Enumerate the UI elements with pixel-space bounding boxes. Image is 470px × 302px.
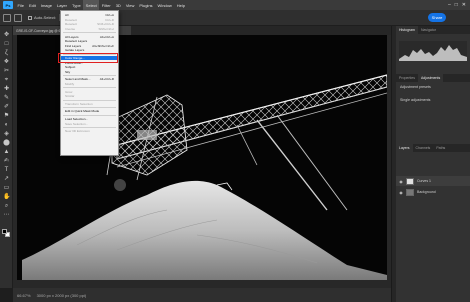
menu-type[interactable]: Type [70,0,84,10]
layer-thumbnail [406,188,414,196]
share-button[interactable]: Share [428,13,446,22]
more-tools-icon[interactable]: ⋯ [3,212,10,218]
select-menu-item-save-selection[interactable]: Save Selection... [61,121,118,126]
move-tool-icon[interactable]: ✥ [3,32,10,38]
menu-separator [63,107,116,109]
menu-plugins[interactable]: Plugins [137,0,155,10]
layer-row[interactable]: ◉ Background [396,187,470,197]
menu-item-label: Transform Selection [65,101,93,106]
healing-tool-icon[interactable]: ✚ [3,86,10,92]
adjustment-tabs: Properties Adjustments [396,74,470,82]
eye-icon[interactable]: ◉ [398,179,404,184]
history-brush-tool-icon[interactable]: ⚑ [3,113,10,119]
menu-item-label: Edit in Quick Mask Mode [65,109,100,114]
menu-filter[interactable]: Filter [99,0,113,10]
layer-name: Curves 1 [417,179,432,183]
tab-adjustments[interactable]: Adjustments [417,74,444,82]
home-icon[interactable] [3,13,11,22]
tab-properties[interactable]: Properties [396,74,418,82]
select-menu-item-new-3d-extrusion[interactable]: New 3D Extrusion [61,129,118,134]
shape-tool-icon[interactable]: ▭ [3,185,10,191]
blur-tool-icon[interactable]: ⬤ [3,140,10,146]
layer-name: Background [417,190,436,194]
menu-select[interactable]: Select [83,0,100,10]
menu-item-label: Modify [65,82,75,87]
histogram-tabs: Histogram Navigator [396,26,470,34]
menu-item-label: Isolate Layers [65,48,85,53]
eyedropper-tool-icon[interactable]: ⌖ [3,77,10,83]
menu-3d[interactable]: 3D [113,0,123,10]
pen-tool-icon[interactable]: ✍ [3,158,10,164]
foreground-color-swatch[interactable] [2,229,7,234]
histogram-graph [399,41,467,61]
tab-histogram[interactable]: Histogram [396,26,418,34]
right-panels: Histogram Navigator Properties Adjustmen… [396,26,470,302]
auto-select-checkbox[interactable] [28,15,32,20]
auto-select-label: Auto-Select: [34,15,56,20]
clone-stamp-tool-icon[interactable]: ✐ [3,104,10,110]
window-controls: – □ ✕ [448,2,470,8]
photoshop-logo: Ps [3,1,13,9]
move-tool-icon[interactable] [14,13,22,22]
hand-tool-icon[interactable]: ✋ [3,194,10,200]
menu-item-label: Sky [65,69,71,74]
document-info: 3000 px x 2000 px (300 ppi) [36,292,87,298]
tools-panel: ✥ □ ζ ❖ ✂ ⌖ ✚ ✎ ✐ ⚑ ◐ ◈ ⬤ ▲ ✍ T ↗ ▭ ✋ ⌕ ⋯ [0,26,13,288]
menu-help[interactable]: Help [174,0,187,10]
object-select-tool-icon[interactable]: ❖ [3,59,10,65]
single-adjustments-row[interactable]: Single adjustments [400,98,430,102]
menu-item-label: Save Selection... [65,121,89,126]
menu-image[interactable]: Image [38,0,54,10]
menu-window[interactable]: Window [155,0,174,10]
select-menu-item-sky[interactable]: Sky [61,70,118,75]
select-menu-item-modify[interactable]: Modify [61,82,118,87]
select-menu-item-transform-selection[interactable]: Transform Selection [61,102,118,107]
menu-item-shortcut: Shift+Ctrl+I [98,27,114,32]
layers-tabs: Layers Channels Paths [396,144,470,152]
select-dropdown-menu: All Ctrl+A Deselect Ctrl+D Reselect Shift+Ctr… [60,10,119,156]
menu-file[interactable]: File [15,0,26,10]
menu-separator [63,127,116,128]
menu-bar: Ps File Edit Image Layer Type Select Fil… [0,0,470,10]
menu-separator [63,99,116,101]
select-menu-item-inverse[interactable]: Inverse Shift+Ctrl+I [61,27,118,32]
menu-layer[interactable]: Layer [54,0,69,10]
adjustment-presets-row[interactable]: Adjustment presets [400,85,431,89]
brush-tool-icon[interactable]: ✎ [3,95,10,101]
tab-paths[interactable]: Paths [433,144,448,152]
menu-separator [63,32,116,34]
eraser-tool-icon[interactable]: ◐ [3,122,10,128]
type-tool-icon[interactable]: T [3,167,10,173]
crop-tool-icon[interactable]: ✂ [3,68,10,74]
status-bar: 66.67% 3000 px x 2000 px (300 ppi) [13,288,391,302]
gradient-tool-icon[interactable]: ◈ [3,131,10,137]
close-icon[interactable]: ✕ [462,2,466,8]
dodge-tool-icon[interactable]: ▲ [3,149,10,155]
menu-item-label: Similar [65,94,75,99]
tab-navigator[interactable]: Navigator [418,26,439,34]
minimize-icon[interactable]: – [448,2,451,8]
layer-row[interactable]: ◉ Curves 1 [396,176,470,186]
menu-separator [63,114,116,116]
select-menu-item-edit-in-quick-mask-mode[interactable]: Edit in Quick Mask Mode [61,109,118,114]
zoom-tool-icon[interactable]: ⌕ [3,203,10,209]
marquee-tool-icon[interactable]: □ [3,41,10,47]
menu-item-label: Inverse [65,27,76,32]
tab-layers[interactable]: Layers [396,144,413,152]
menu-separator [63,75,116,77]
select-menu-item-similar[interactable]: Similar [61,94,118,99]
highlight-annotation-box [58,53,118,63]
menu-edit[interactable]: Edit [26,0,38,10]
menu-item-label: New 3D Extrusion [65,129,90,134]
layer-thumbnail [406,177,414,185]
lasso-tool-icon[interactable]: ζ [3,50,10,56]
maximize-icon[interactable]: □ [455,2,458,8]
menu-separator [63,87,116,89]
zoom-level[interactable]: 66.67% [17,293,31,298]
eye-icon[interactable]: ◉ [398,190,404,195]
path-select-tool-icon[interactable]: ↗ [3,176,10,182]
menu-view[interactable]: View [123,0,137,10]
tab-channels[interactable]: Channels [413,144,434,152]
